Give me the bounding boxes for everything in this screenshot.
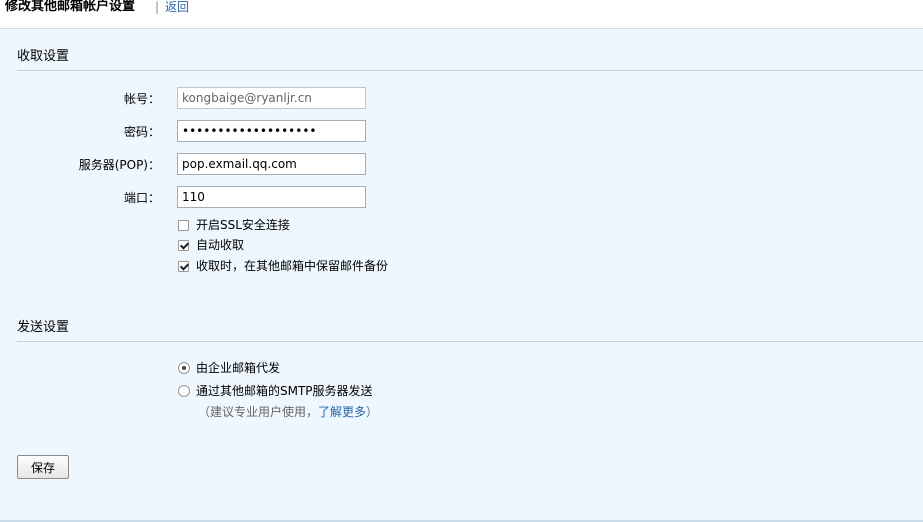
password-label: 密码： xyxy=(123,125,160,139)
learn-more-link[interactable]: 了解更多 xyxy=(318,405,366,419)
smtp-hint-suffix: ） xyxy=(366,405,379,419)
send-via-smtp-radio[interactable] xyxy=(178,385,190,397)
port-field[interactable] xyxy=(177,186,366,208)
server-label: 服务器(POP)： xyxy=(78,158,160,172)
send-via-enterprise-radio[interactable] xyxy=(178,362,190,374)
auto-receive-label[interactable]: 自动收取 xyxy=(196,238,244,252)
send-via-enterprise-label[interactable]: 由企业邮箱代发 xyxy=(196,361,280,375)
smtp-hint: （建议专业用户使用，了解更多） xyxy=(198,405,378,419)
send-section-divider xyxy=(17,341,923,342)
ssl-option-label[interactable]: 开启SSL安全连接 xyxy=(196,218,290,232)
pop-server-field[interactable] xyxy=(177,153,366,175)
back-link[interactable]: 返回 xyxy=(165,0,189,15)
smtp-hint-prefix: （建议专业用户使用， xyxy=(198,405,319,419)
page-title: 修改其他邮箱帐户设置 xyxy=(5,0,136,14)
settings-panel: 收取设置 帐号： 密码： 服务器(POP)： 端口： 开启SSL安全连接 自动收… xyxy=(0,29,923,522)
account-label: 帐号： xyxy=(123,92,160,106)
password-field[interactable] xyxy=(177,120,366,142)
page-header: 修改其他邮箱帐户设置 | 返回 xyxy=(0,0,923,29)
send-section-title: 发送设置 xyxy=(17,320,70,335)
keep-copy-checkbox[interactable] xyxy=(178,261,189,272)
port-label: 端口： xyxy=(123,191,160,205)
receive-section-divider xyxy=(17,70,923,71)
save-button[interactable]: 保存 xyxy=(17,455,69,479)
auto-receive-checkbox[interactable] xyxy=(178,240,189,251)
keep-copy-label[interactable]: 收取时，在其他邮箱中保留邮件备份 xyxy=(196,259,388,273)
title-separator: | xyxy=(155,0,160,14)
send-via-smtp-label[interactable]: 通过其他邮箱的SMTP服务器发送 xyxy=(196,384,373,398)
account-field[interactable] xyxy=(177,87,366,109)
ssl-checkbox[interactable] xyxy=(178,220,189,231)
receive-section-title: 收取设置 xyxy=(17,49,70,64)
